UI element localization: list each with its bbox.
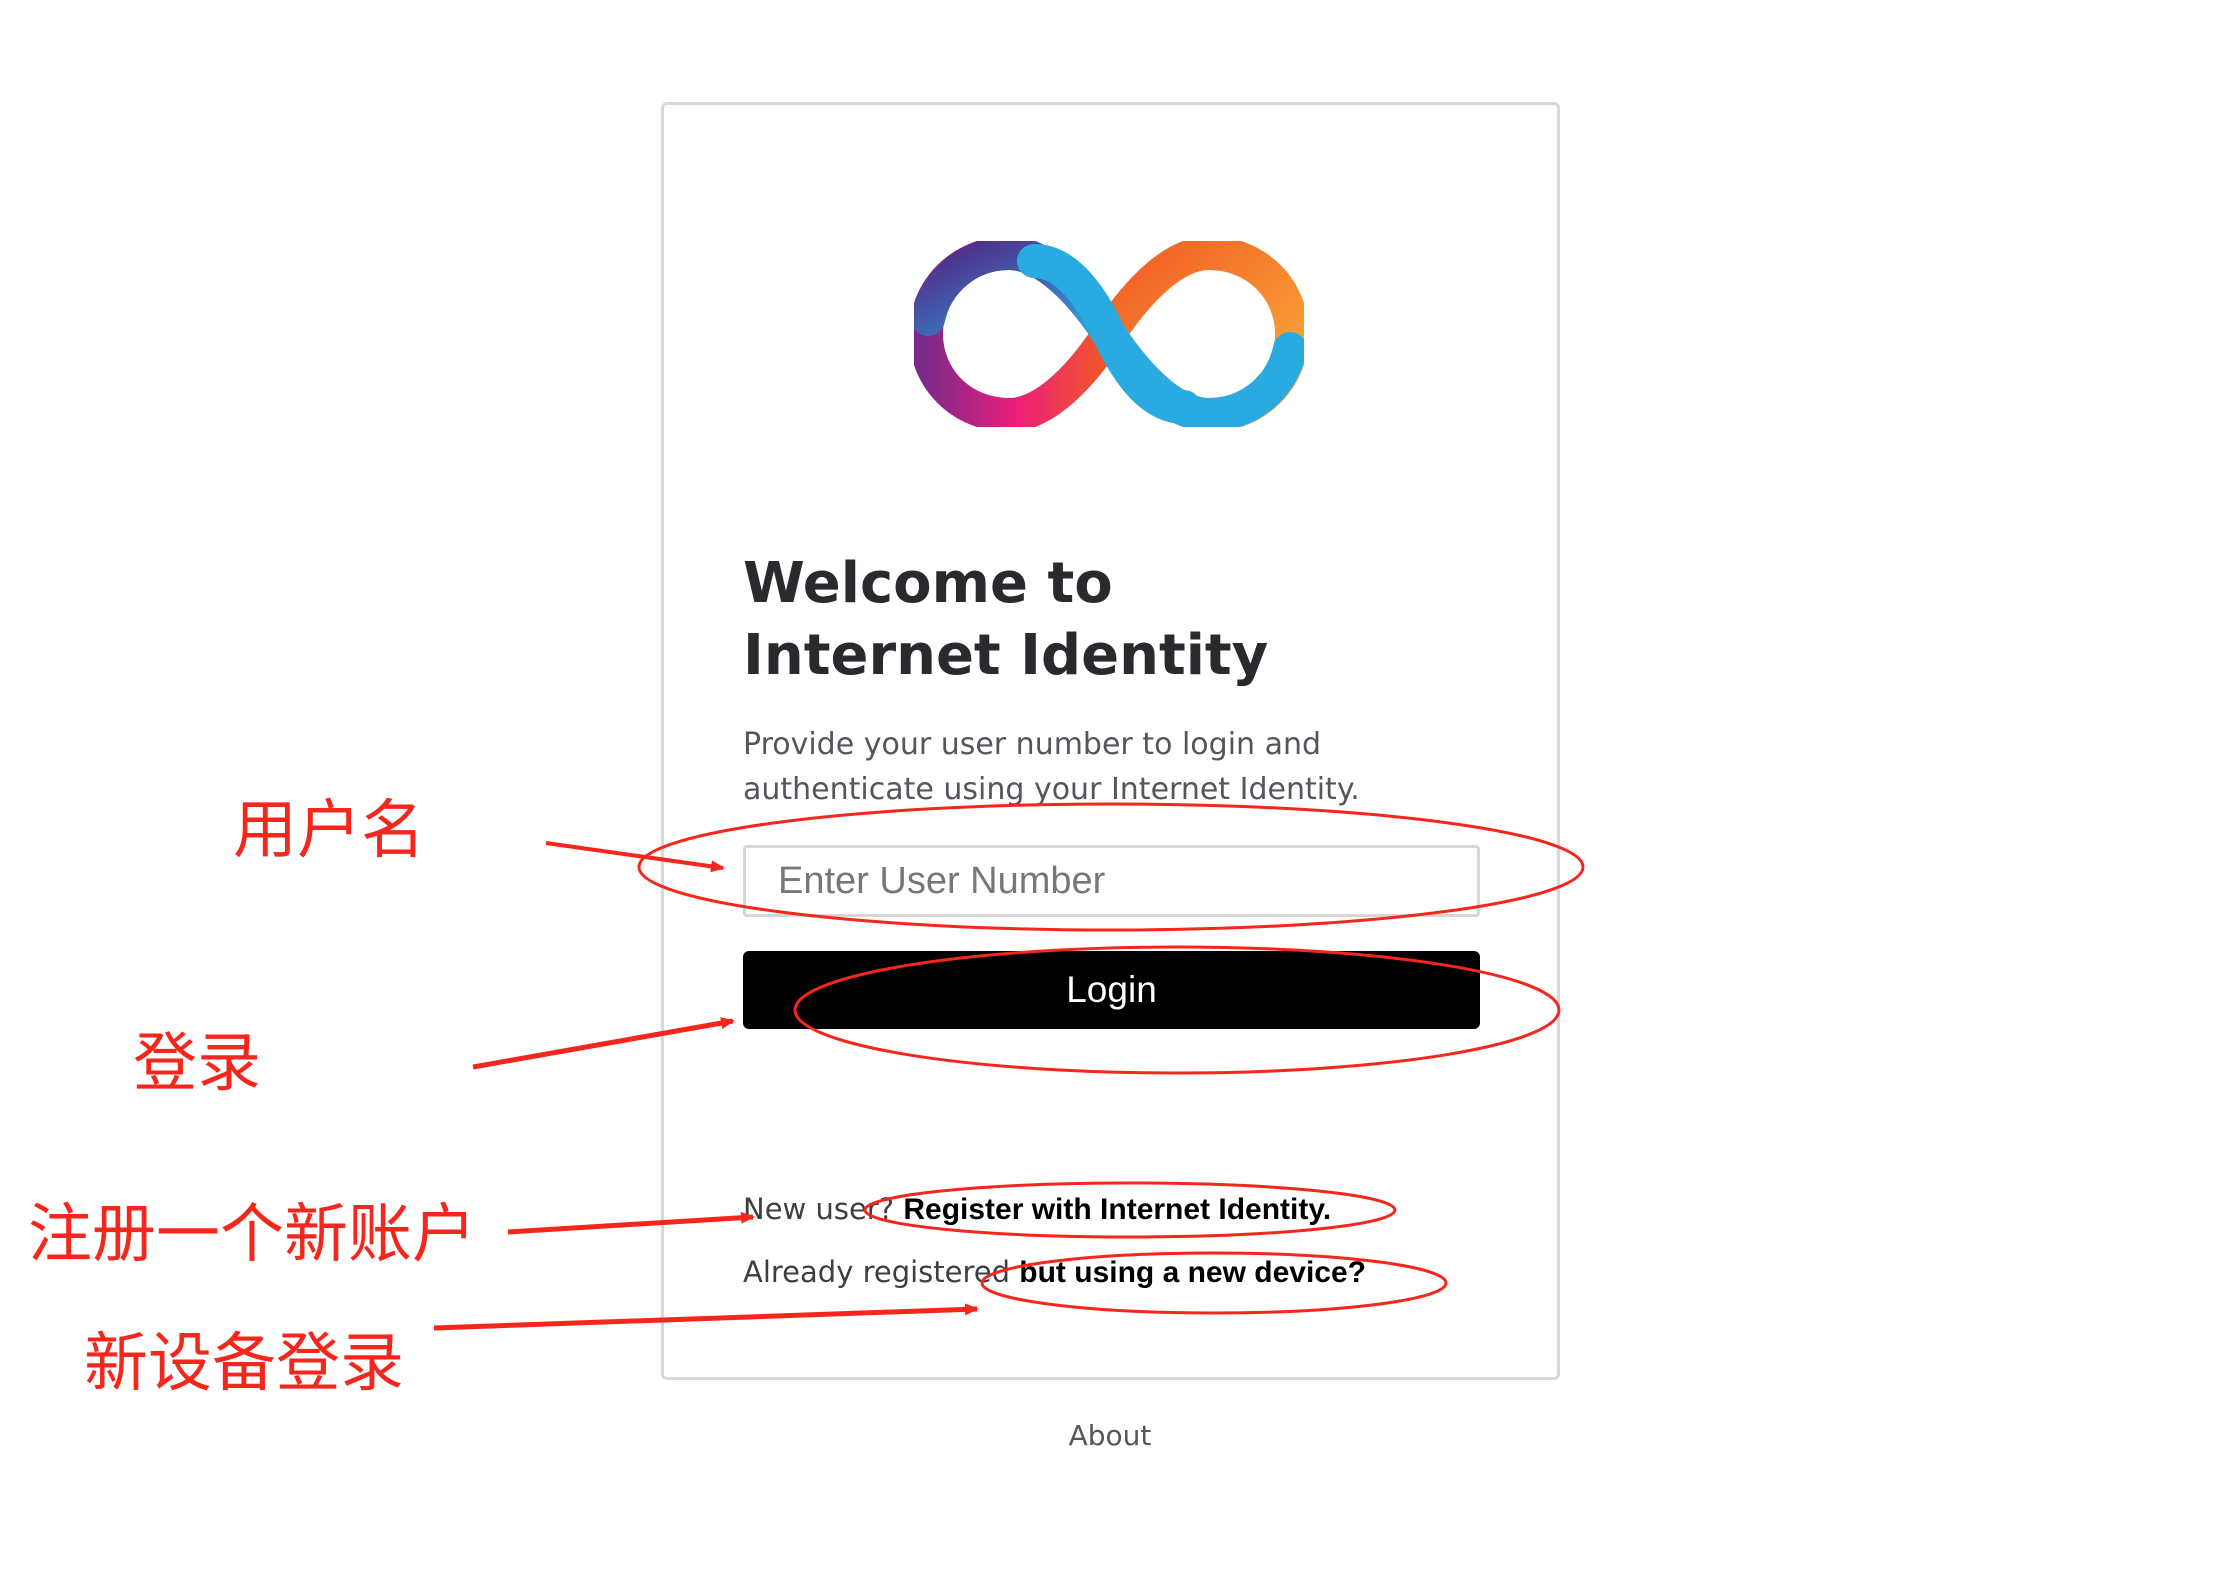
annotation-label-new-device-login: 新设备登录 (84, 1327, 404, 1401)
description-line-2: authenticate using your Internet Identit… (743, 772, 1360, 807)
infinity-logo-icon (914, 241, 1304, 427)
annotation-label-login: 登录 (133, 1027, 261, 1101)
register-line: New user? Register with Internet Identit… (743, 1192, 1331, 1227)
description-line-1: Provide your user number to login and (743, 727, 1322, 762)
annotation-label-register: 注册一个新账户 (28, 1198, 476, 1272)
description: Provide your user number to login and au… (743, 722, 1483, 812)
new-device-link[interactable]: but using a new device? (1019, 1256, 1366, 1289)
new-device-line: Already registered but using a new devic… (743, 1255, 1366, 1290)
register-link[interactable]: Register with Internet Identity. (903, 1193, 1331, 1226)
user-number-input[interactable] (743, 845, 1480, 917)
login-button[interactable]: Login (743, 951, 1480, 1029)
register-prefix: New user? (743, 1192, 895, 1226)
page-title: Welcome to Internet Identity (743, 548, 1503, 692)
annotation-label-username: 用户名 (233, 794, 425, 868)
about-link[interactable]: About (1060, 1419, 1160, 1452)
title-line-2: Internet Identity (743, 623, 1269, 688)
new-device-prefix: Already registered (743, 1255, 1011, 1289)
title-line-1: Welcome to (743, 551, 1113, 616)
